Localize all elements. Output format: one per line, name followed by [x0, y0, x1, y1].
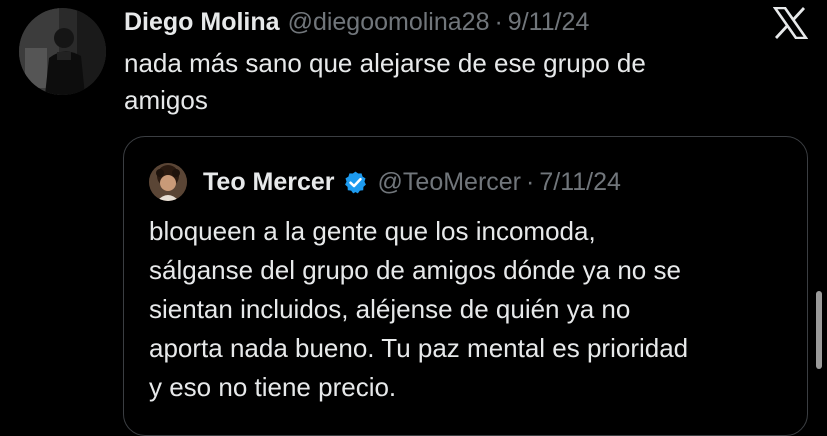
quoted-tweet-date[interactable]: 7/11/24 [539, 168, 621, 197]
separator-dot: · [494, 7, 503, 36]
tweet-text-line: amigos [124, 85, 208, 115]
verified-badge-icon [343, 170, 368, 195]
quoted-text-line: sálganse del grupo de amigos dónde ya no… [149, 255, 681, 285]
quoted-tweet[interactable]: Teo Mercer @TeoMercer · 7/11/24 bloqueen… [123, 136, 808, 436]
quoted-tweet-header: Teo Mercer @TeoMercer · 7/11/24 [149, 163, 621, 201]
x-logo-icon[interactable] [772, 6, 809, 40]
avatar[interactable] [19, 8, 106, 95]
quoted-author-name[interactable]: Teo Mercer [203, 168, 335, 197]
quoted-text-line: y eso no tiene precio. [149, 372, 397, 402]
tweet-text: nada más sano que alejarse de ese grupo … [124, 45, 764, 119]
tweet-header: Diego Molina @diegoomolina28 · 9/11/24 [124, 4, 589, 40]
quoted-avatar[interactable] [149, 163, 187, 201]
quoted-tweet-text: bloqueen a la gente que los incomoda, sá… [149, 212, 789, 407]
quoted-text-line: sientan incluidos, aléjense de quién ya … [149, 294, 631, 324]
quoted-text-line: aporta nada bueno. Tu paz mental es prio… [149, 333, 689, 363]
quoted-text-line: bloqueen a la gente que los incomoda, [149, 216, 596, 246]
tweet-card: Diego Molina @diegoomolina28 · 9/11/24 n… [0, 0, 827, 436]
tweet-date[interactable]: 9/11/24 [508, 8, 590, 37]
scrollbar-thumb[interactable] [816, 291, 822, 369]
author-name[interactable]: Diego Molina [124, 8, 280, 37]
separator-dot: · [526, 167, 535, 196]
tweet-text-line: nada más sano que alejarse de ese grupo … [124, 48, 646, 78]
author-handle[interactable]: @diegoomolina28 [288, 8, 490, 37]
quoted-author-handle[interactable]: @TeoMercer [378, 168, 521, 197]
